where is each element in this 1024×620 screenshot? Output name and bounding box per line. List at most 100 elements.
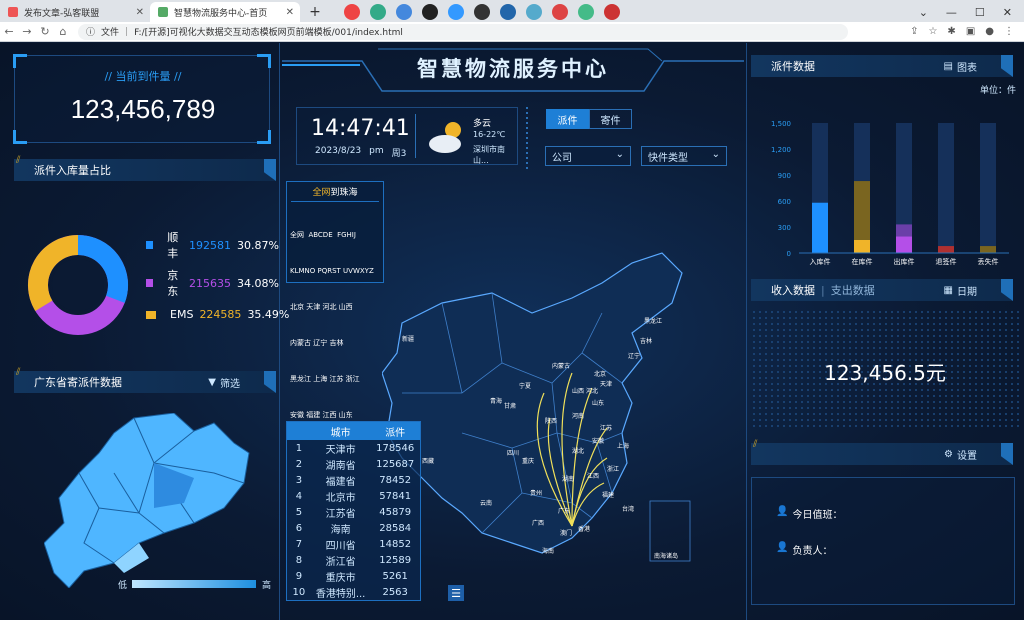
pinned-site-icon[interactable]: [422, 4, 438, 20]
table-cell: 5: [295, 506, 303, 518]
tab-send[interactable]: 寄件: [589, 109, 632, 129]
map-label: 湖南: [562, 475, 574, 483]
y-tick-label: 300: [778, 224, 791, 232]
table-row[interactable]: 3 福建省 78452: [287, 472, 420, 488]
home-icon[interactable]: ⌂: [54, 25, 72, 38]
close-window-icon[interactable]: ✕: [1003, 6, 1012, 19]
china-map[interactable]: 新疆 西藏 青海 甘肃 宁夏 内蒙古 黑龙江 吉林 辽宁 北京 天津 河北 山西…: [382, 243, 732, 593]
y-tick-label: 1,500: [771, 120, 791, 128]
tab-expense[interactable]: 支出数据: [831, 282, 875, 298]
arrive-panel: // 当前到件量 // 123,456,789: [13, 54, 271, 144]
region-list[interactable]: 全网 ABCDE FGHIJ KLMNO PQRST UVWXYZ 北京 天津 …: [287, 205, 383, 445]
settings-button[interactable]: ⚙ 设置: [944, 447, 977, 462]
date-button[interactable]: ▦ 日期: [944, 283, 977, 298]
bar-overlay[interactable]: [896, 236, 912, 253]
table-row[interactable]: 8 浙江省 12589: [287, 552, 420, 568]
sidebar-icon[interactable]: ▣: [966, 26, 975, 37]
url-field[interactable]: ⓘ 文件 | F:/[开源]可视化大数据交互动态模板网页前端模板/001/ind…: [78, 23, 848, 40]
tab-dispatch[interactable]: 派件: [546, 109, 589, 129]
table-row[interactable]: 4 北京市 57841: [287, 488, 420, 504]
pinned-site-icon[interactable]: [604, 4, 620, 20]
table-cell: 12589: [379, 554, 412, 566]
browser-tab-1[interactable]: 发布文章-弘客联盟 ✕: [0, 2, 150, 22]
reload-icon[interactable]: ↻: [36, 25, 54, 38]
pinned-site-icon[interactable]: [526, 4, 542, 20]
bar[interactable]: [980, 246, 996, 253]
table-row[interactable]: 2 湖南省 125687: [287, 456, 420, 472]
region-row[interactable]: 黑龙江 上海 江苏 浙江: [290, 373, 383, 385]
company-select[interactable]: 公司 ⌄: [545, 146, 631, 166]
maximize-icon[interactable]: ☐: [975, 6, 985, 19]
pinned-site-icon[interactable]: [552, 4, 568, 20]
pinned-site-icon[interactable]: [500, 4, 516, 20]
pinned-site-icon[interactable]: [344, 4, 360, 20]
table-row[interactable]: 7 四川省 14852: [287, 536, 420, 552]
region-row[interactable]: KLMNO PQRST UVWXYZ: [290, 265, 383, 277]
duty-row: 👤 今日值班：: [776, 506, 842, 521]
clock-weekday: 周3: [391, 149, 407, 159]
new-tab-button[interactable]: +: [306, 3, 324, 21]
pinned-site-icon[interactable]: [578, 4, 594, 20]
bar-overlay[interactable]: [854, 240, 870, 253]
chevron-down-icon: ⌄: [711, 149, 720, 160]
table-cell: 178546: [376, 442, 415, 454]
pinned-site-icon[interactable]: [370, 4, 386, 20]
guangdong-map[interactable]: [44, 413, 254, 588]
corner-decor: [13, 130, 27, 144]
tab-search-icon[interactable]: ⌄: [919, 6, 928, 19]
region-title-b: 到珠海: [330, 188, 358, 198]
table-row[interactable]: 5 江苏省 45879: [287, 504, 420, 520]
bar[interactable]: [938, 246, 954, 253]
pinned-site-icon[interactable]: [448, 4, 464, 20]
map-label: 广东: [558, 507, 570, 515]
forward-icon[interactable]: →: [18, 25, 36, 38]
close-tab-icon[interactable]: ✕: [136, 7, 144, 18]
table-row[interactable]: 6 海南 28584: [287, 520, 420, 536]
legend-name: 顺丰: [167, 231, 179, 260]
region-row[interactable]: 内蒙古 辽宁 吉林: [290, 337, 383, 349]
ratio-header: ⫽ 派件入库量占比: [14, 155, 276, 181]
company-select-value: 公司: [552, 152, 572, 164]
close-tab-icon[interactable]: ✕: [286, 7, 294, 18]
url-separator: |: [125, 26, 129, 37]
express-type-select[interactable]: 快件类型 ⌄: [641, 146, 727, 166]
arrive-value: 123,456,789: [70, 94, 216, 124]
browser-tab-2[interactable]: 智慧物流服务中心-首页 ✕: [150, 2, 300, 22]
heat-legend-bar: [132, 580, 256, 588]
map-label: 南海诸岛: [654, 552, 678, 560]
legend-name: EMS: [170, 308, 194, 321]
menu-icon[interactable]: ☰: [448, 585, 464, 601]
share-icon[interactable]: ⇪: [910, 26, 918, 37]
profile-avatar[interactable]: ●: [985, 26, 994, 37]
header-mark-icon: ⫽: [16, 155, 21, 166]
menu-icon[interactable]: ⋮: [1004, 26, 1014, 37]
user-icon: 👤: [776, 506, 789, 517]
x-tick-label: 入库件: [810, 257, 831, 266]
tab-income[interactable]: 收入数据: [771, 282, 815, 298]
region-row[interactable]: 北京 天津 河北 山西: [290, 301, 383, 313]
minimize-icon[interactable]: —: [946, 6, 957, 19]
pinned-site-icon[interactable]: [396, 4, 412, 20]
extensions-icon[interactable]: ✱: [947, 26, 955, 37]
info-icon[interactable]: ⓘ: [86, 25, 95, 38]
pinned-site-icon[interactable]: [474, 4, 490, 20]
filter-button[interactable]: ▼ 筛选: [208, 375, 240, 390]
date-button-label: 日期: [957, 286, 977, 298]
map-label: 广西: [532, 519, 544, 527]
bookmark-star-icon[interactable]: ☆: [928, 26, 937, 37]
ratio-legend-sf: 顺丰 192581 30.87%: [146, 229, 279, 261]
table-row[interactable]: 1 天津市 178546: [287, 440, 420, 456]
table-row[interactable]: 9 重庆市 5261: [287, 568, 420, 584]
table-row[interactable]: 10 香港特别... 2563: [287, 584, 420, 600]
region-row[interactable]: 全网 ABCDE FGHIJ: [290, 229, 383, 241]
region-row[interactable]: 安徽 福建 江西 山东: [290, 409, 383, 421]
back-icon[interactable]: ←: [0, 25, 18, 38]
legend-name: 京东: [167, 269, 179, 298]
map-label: 辽宁: [628, 352, 640, 360]
table-cell: 78452: [379, 474, 412, 486]
table-cell: 重庆市: [325, 572, 356, 584]
bar[interactable]: [812, 202, 828, 253]
header-cell: 派件: [385, 427, 406, 439]
chart-button[interactable]: ▤ 图表: [944, 59, 977, 74]
map-label: 台湾: [622, 505, 634, 513]
